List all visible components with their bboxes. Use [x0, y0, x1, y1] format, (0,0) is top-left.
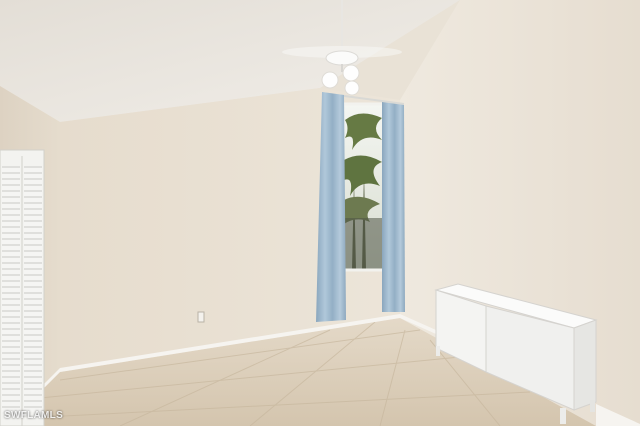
curtain-right [382, 102, 405, 312]
electrical-outlet [197, 311, 205, 323]
louvered-closet-door [0, 149, 45, 426]
watermark-text: SWFLAMLS [4, 410, 64, 421]
room-illustration [0, 0, 640, 426]
window [341, 102, 387, 272]
room-photo: SWFLAMLS [0, 0, 640, 426]
